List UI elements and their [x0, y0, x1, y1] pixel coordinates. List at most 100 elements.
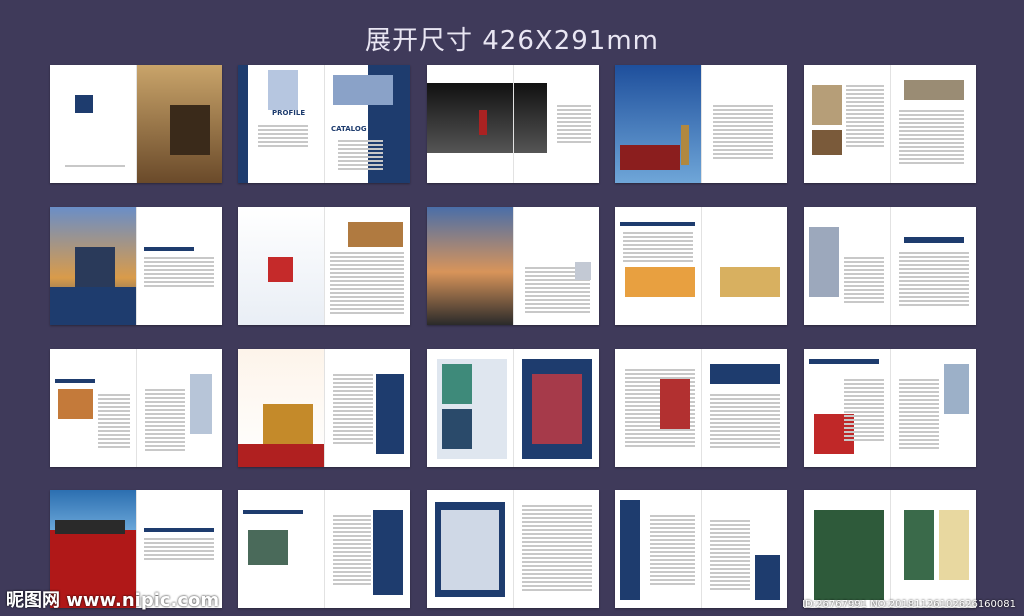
- text-line: [899, 158, 964, 160]
- text-line: [846, 97, 884, 99]
- text-line: [98, 414, 130, 416]
- text-line: [333, 563, 371, 565]
- text-line: [650, 583, 695, 585]
- text-line: [846, 121, 884, 123]
- photo-grid: [333, 75, 393, 105]
- text-line: [333, 438, 373, 440]
- card-image: [58, 389, 93, 419]
- text-line: [844, 273, 884, 275]
- text-line: [145, 397, 185, 399]
- base: [50, 287, 136, 325]
- text-line: [710, 544, 750, 546]
- text-line: [844, 427, 884, 429]
- text-line: [333, 410, 373, 412]
- text-line: [899, 296, 969, 298]
- text-line: [846, 141, 884, 143]
- spread-finance: [615, 207, 787, 325]
- text-line: [144, 558, 214, 560]
- spread-green-art: [804, 490, 976, 608]
- text-line: [650, 575, 695, 577]
- text-line: [623, 232, 693, 234]
- text-line: [144, 538, 214, 540]
- text-line: [525, 299, 590, 301]
- text-line: [623, 240, 693, 242]
- text-line: [899, 439, 939, 441]
- text-line: [557, 129, 591, 131]
- text-line: [710, 584, 750, 586]
- spread-chess: [427, 65, 599, 183]
- text-line: [525, 287, 590, 289]
- text-line: [522, 505, 592, 507]
- text-line: [145, 405, 185, 407]
- text-line: [145, 437, 185, 439]
- text-line: [899, 304, 969, 306]
- text-line: [625, 445, 695, 447]
- text-line: [522, 513, 592, 515]
- text-line: [522, 529, 592, 531]
- text-line: [844, 261, 884, 263]
- text-line: [650, 571, 695, 573]
- text-line: [625, 373, 695, 375]
- text-line: [625, 433, 695, 435]
- text-line: [333, 579, 371, 581]
- text-line: [145, 389, 185, 391]
- scales-image: [812, 85, 842, 125]
- text-line: [557, 109, 591, 111]
- text-line: [710, 560, 750, 562]
- heading-bar: [144, 247, 194, 251]
- photo-column: [190, 374, 212, 434]
- horse-image: [263, 404, 313, 444]
- text-line: [710, 446, 780, 448]
- text-line: [713, 117, 773, 119]
- text-line: [330, 268, 404, 270]
- text-line: [330, 256, 404, 258]
- heading-bar: [144, 528, 214, 532]
- text-line: [98, 434, 130, 436]
- text-line: [899, 162, 964, 164]
- scales-image: [812, 130, 842, 155]
- text-line: [713, 141, 773, 143]
- text-line: [710, 434, 780, 436]
- text-line: [899, 272, 969, 274]
- text-line: [522, 541, 592, 543]
- text-line: [710, 520, 750, 522]
- text-line: [522, 577, 592, 579]
- text-line: [899, 114, 964, 116]
- text-line: [899, 411, 939, 413]
- text-line: [522, 589, 592, 591]
- text-line: [333, 539, 371, 541]
- text-line: [338, 144, 383, 146]
- text-line: [98, 418, 130, 420]
- text-line: [333, 398, 373, 400]
- stamp-grid: [532, 374, 582, 444]
- text-line: [333, 547, 371, 549]
- text-line: [710, 588, 750, 590]
- text-line: [710, 556, 750, 558]
- spread-wealth: [804, 207, 976, 325]
- text-line: [330, 308, 404, 310]
- text-line: [710, 418, 780, 420]
- text-line: [98, 426, 130, 428]
- stamp-panel: [755, 555, 780, 600]
- text-line: [710, 564, 750, 566]
- text-line: [522, 537, 592, 539]
- text-line: [844, 391, 884, 393]
- text-line: [710, 394, 780, 396]
- text-line: [144, 257, 214, 259]
- text-line: [844, 423, 884, 425]
- text-line: [557, 133, 591, 135]
- text-line: [522, 573, 592, 575]
- text-line: [333, 515, 371, 517]
- text-line: [258, 129, 308, 131]
- text-line: [338, 160, 383, 162]
- page-title: 展开尺寸 426X291mm: [365, 26, 659, 56]
- text-line: [846, 133, 884, 135]
- sidebar-bar: [238, 65, 248, 183]
- text-line: [333, 402, 373, 404]
- text-line: [899, 134, 964, 136]
- text-line: [522, 581, 592, 583]
- text-line: [522, 561, 592, 563]
- spread-scales: [804, 65, 976, 183]
- text-line: [899, 391, 939, 393]
- text-line: [333, 414, 373, 416]
